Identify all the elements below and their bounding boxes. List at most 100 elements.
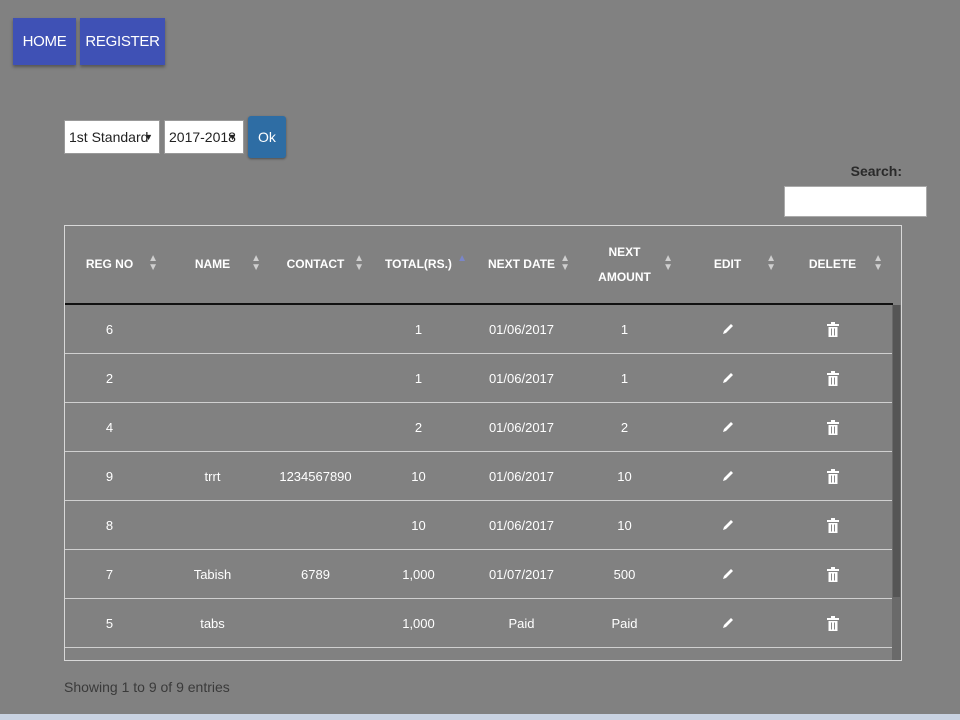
fees-table: REG NO ▲ ▼ NAME ▲ ▼ CONTACT ▲ ▼ TOTAL(RS.) ▲ NE… xyxy=(64,225,902,661)
cell-contact xyxy=(271,501,374,549)
scrollbar-thumb[interactable] xyxy=(893,305,900,597)
cell-name xyxy=(168,501,271,549)
sort-icon: ▲ ▼ xyxy=(766,253,776,273)
cell-reg-no: 4 xyxy=(105,419,114,435)
trash-icon xyxy=(826,370,839,386)
cell-next-amount: 1 xyxy=(620,370,629,386)
column-header-next-date[interactable]: NEXT DATE ▲ ▼ xyxy=(477,226,580,303)
edit-button[interactable] xyxy=(683,599,786,647)
cell-next-date: Paid xyxy=(508,615,535,631)
sort-icon: ▲ ▼ xyxy=(560,253,570,273)
trash-icon xyxy=(826,566,839,582)
dropdown-arrow-icon: ▼ xyxy=(228,132,237,142)
pencil-icon xyxy=(721,322,735,336)
cell-reg-no: 5 xyxy=(105,615,114,631)
trash-icon xyxy=(826,517,839,533)
column-label: NEXT DATE xyxy=(487,257,556,271)
column-header-contact[interactable]: CONTACT ▲ ▼ xyxy=(271,226,374,303)
edit-button[interactable] xyxy=(683,403,786,451)
column-label: NEXT AMOUNT xyxy=(598,244,651,284)
column-header-next-amount[interactable]: NEXT AMOUNT ▲ ▼ xyxy=(580,226,683,303)
cell-total: 1,000 xyxy=(402,566,435,582)
standard-select[interactable]: 1st Standard ▼ xyxy=(64,120,160,154)
sort-icon: ▲ ▼ xyxy=(251,253,261,273)
sort-icon: ▲ ▼ xyxy=(354,253,364,273)
cell-next-date: 01/06/2017 xyxy=(488,517,555,533)
pencil-icon xyxy=(721,616,735,630)
column-header-delete[interactable]: DELETE ▲ ▼ xyxy=(786,226,893,303)
edit-button[interactable] xyxy=(683,305,786,353)
column-label: CONTACT xyxy=(286,257,345,271)
cell-next-date: 01/06/2017 xyxy=(488,419,555,435)
cell-next-amount: 1 xyxy=(620,321,629,337)
cell-next-amount: Paid xyxy=(611,615,638,631)
trash-icon xyxy=(826,615,839,631)
table-row: 4 2 01/06/2017 2 xyxy=(65,403,893,452)
edit-button[interactable] xyxy=(683,550,786,598)
table-row: 9 trrt 1234567890 10 01/06/2017 10 xyxy=(65,452,893,501)
table-row: 5 tabs 1,000 Paid Paid xyxy=(65,599,893,648)
cell-next-date: 01/06/2017 xyxy=(488,370,555,386)
trash-icon xyxy=(826,321,839,337)
table-info: Showing 1 to 9 of 9 entries xyxy=(64,679,230,695)
column-header-edit[interactable]: EDIT ▲ ▼ xyxy=(683,226,786,303)
cell-next-date: 01/07/2017 xyxy=(488,566,555,582)
cell-contact xyxy=(271,599,374,647)
cell-name: trrt xyxy=(204,468,221,484)
column-label: NAME xyxy=(194,257,231,271)
delete-button[interactable] xyxy=(786,599,893,647)
cell-total: 1 xyxy=(414,321,423,337)
cell-reg-no: 9 xyxy=(105,468,114,484)
cell-next-date: 01/06/2017 xyxy=(488,321,555,337)
delete-button[interactable] xyxy=(786,354,893,402)
pencil-icon xyxy=(721,420,735,434)
cell-next-amount: 500 xyxy=(613,566,636,582)
taskbar xyxy=(0,714,960,720)
home-button[interactable]: HOME xyxy=(13,18,76,65)
column-label: REG NO xyxy=(85,257,134,271)
pencil-icon xyxy=(721,371,735,385)
sort-icon: ▲ ▼ xyxy=(148,253,158,273)
table-row: 8 10 01/06/2017 10 xyxy=(65,501,893,550)
delete-button[interactable] xyxy=(786,501,893,549)
cell-next-amount: 10 xyxy=(617,517,632,533)
year-select[interactable]: 2017-2018 ▼ xyxy=(164,120,244,154)
delete-button[interactable] xyxy=(786,305,893,353)
delete-button[interactable] xyxy=(786,452,893,500)
cell-next-date: 01/06/2017 xyxy=(488,468,555,484)
pencil-icon xyxy=(721,518,735,532)
cell-total: 10 xyxy=(411,517,426,533)
edit-button[interactable] xyxy=(683,354,786,402)
column-label: TOTAL(RS.) xyxy=(385,257,452,271)
table-scrollbar[interactable] xyxy=(892,305,901,660)
cell-next-amount: 10 xyxy=(617,468,632,484)
cell-next-amount: 2 xyxy=(620,419,629,435)
cell-reg-no: 8 xyxy=(105,517,114,533)
table-row: 6 1 01/06/2017 1 xyxy=(65,305,893,354)
search-label: Search: xyxy=(850,163,902,179)
edit-button[interactable] xyxy=(683,501,786,549)
register-button[interactable]: REGISTER xyxy=(80,18,165,65)
column-header-total[interactable]: TOTAL(RS.) ▲ xyxy=(374,226,477,303)
column-label: EDIT xyxy=(713,257,742,271)
standard-select-value: 1st Standard xyxy=(69,129,149,145)
cell-total: 1,000 xyxy=(402,615,435,631)
trash-icon xyxy=(826,419,839,435)
edit-button[interactable] xyxy=(683,452,786,500)
cell-name: Tabish xyxy=(193,566,232,582)
cell-total: 10 xyxy=(411,468,426,484)
sort-icon: ▲ ▼ xyxy=(663,253,673,273)
ok-button[interactable]: Ok xyxy=(248,116,286,158)
delete-button[interactable] xyxy=(786,403,893,451)
table-body: 6 1 01/06/2017 1 2 1 01/06/2017 1 4 2 01/06/2017 2 9… xyxy=(65,305,893,648)
table-header: REG NO ▲ ▼ NAME ▲ ▼ CONTACT ▲ ▼ TOTAL(RS.) ▲ NE… xyxy=(65,226,893,305)
dropdown-arrow-icon: ▼ xyxy=(144,132,153,142)
column-header-reg-no[interactable]: REG NO ▲ ▼ xyxy=(65,226,168,303)
cell-total: 2 xyxy=(414,419,423,435)
column-header-name[interactable]: NAME ▲ ▼ xyxy=(168,226,271,303)
trash-icon xyxy=(826,468,839,484)
search-input[interactable] xyxy=(784,186,927,217)
table-row: 2 1 01/06/2017 1 xyxy=(65,354,893,403)
delete-button[interactable] xyxy=(786,550,893,598)
cell-name xyxy=(168,403,271,451)
